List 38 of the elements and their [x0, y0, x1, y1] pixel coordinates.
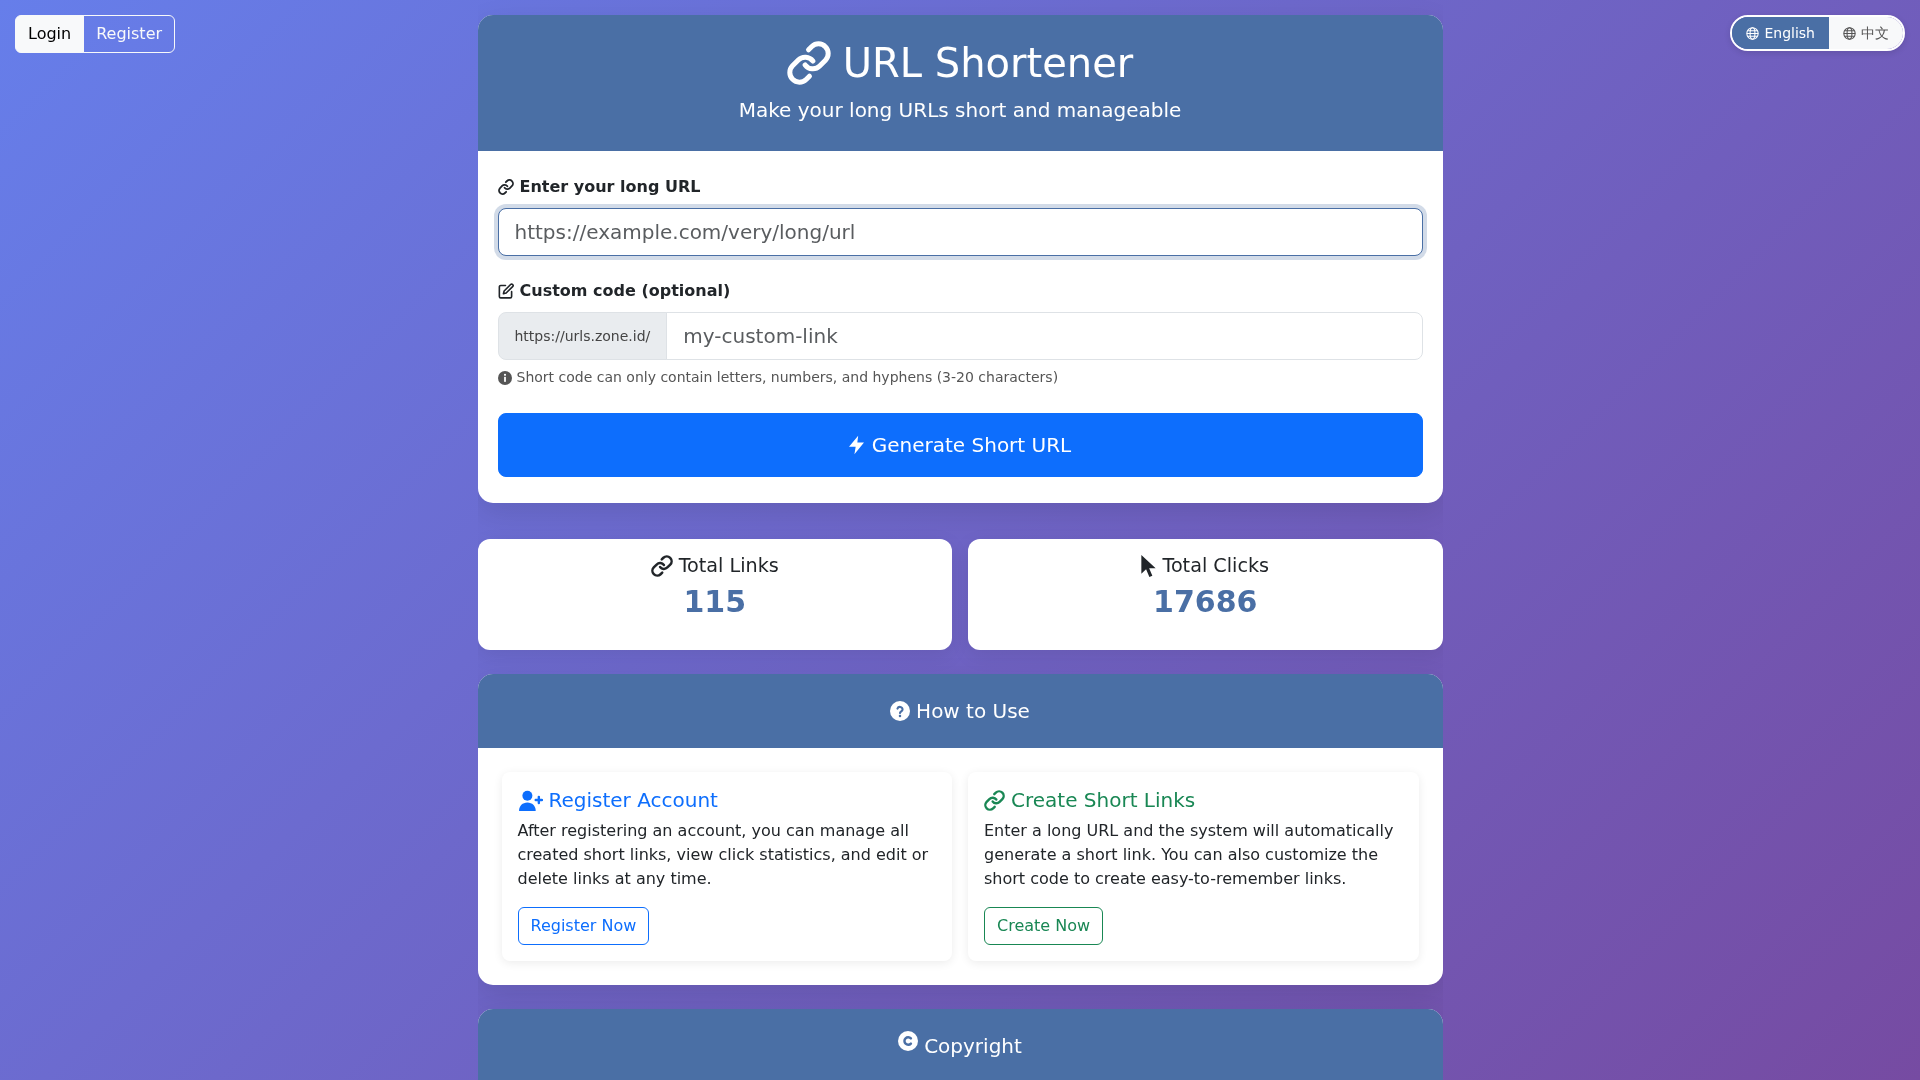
section-title: How to Use	[916, 698, 1030, 725]
link-icon	[497, 179, 514, 195]
step-title: Register Account	[548, 788, 718, 812]
globe-icon	[1746, 26, 1760, 40]
language-option[interactable]: 中文	[1829, 17, 1903, 49]
stat-value: 115	[682, 584, 748, 620]
cursor-icon	[1141, 554, 1157, 577]
step-text: After registering an account, you can manage all created short links, view click statistics, and edit or delete links at any time.	[517, 820, 930, 890]
help-icon	[890, 701, 911, 721]
user-plus-icon	[517, 789, 543, 811]
step-button[interactable]: Register Now	[517, 907, 650, 945]
stat-label: Total Links	[678, 553, 779, 579]
app-title: URL Shortener	[842, 39, 1134, 87]
field-label: Enter your long URL	[519, 176, 701, 198]
footer-title: Copyright	[924, 1033, 1022, 1060]
info-icon	[497, 370, 512, 385]
hint-text: Short code can only contain letters, numbers, and hyphens (3-20 characters)	[516, 368, 1059, 387]
generate-button[interactable]: Generate Short URL	[497, 413, 1423, 477]
link-icon	[786, 41, 831, 85]
edit-icon	[497, 283, 514, 299]
stat-value: 17686	[1152, 584, 1259, 620]
step-title: Create Short Links	[1011, 788, 1196, 812]
step-button[interactable]: Create Now	[984, 907, 1104, 945]
url-field[interactable]: https://example.com/very/long/url	[497, 208, 1423, 256]
copyright-icon	[898, 1031, 919, 1051]
language-option[interactable]: English	[1732, 17, 1829, 49]
custom-code-field[interactable]: my-custom-link	[666, 312, 1423, 360]
app-subtitle: Make your long URLs short and manageable	[737, 97, 1183, 124]
field-label: Custom code (optional)	[519, 280, 731, 302]
globe-icon	[1843, 26, 1856, 40]
auth-button[interactable]: Login	[15, 15, 85, 53]
auth-button[interactable]: Register	[83, 15, 176, 53]
bolt-icon	[848, 435, 864, 455]
link-icon	[984, 789, 1005, 811]
link-icon	[650, 554, 673, 577]
stat-label: Total Clicks	[1162, 553, 1270, 579]
url-prefix: https://urls.zone.id/	[497, 312, 668, 360]
step-text: Enter a long URL and the system will automatically generate a short link. You can also customize the short code to create easy-to-remember links.	[984, 820, 1395, 890]
